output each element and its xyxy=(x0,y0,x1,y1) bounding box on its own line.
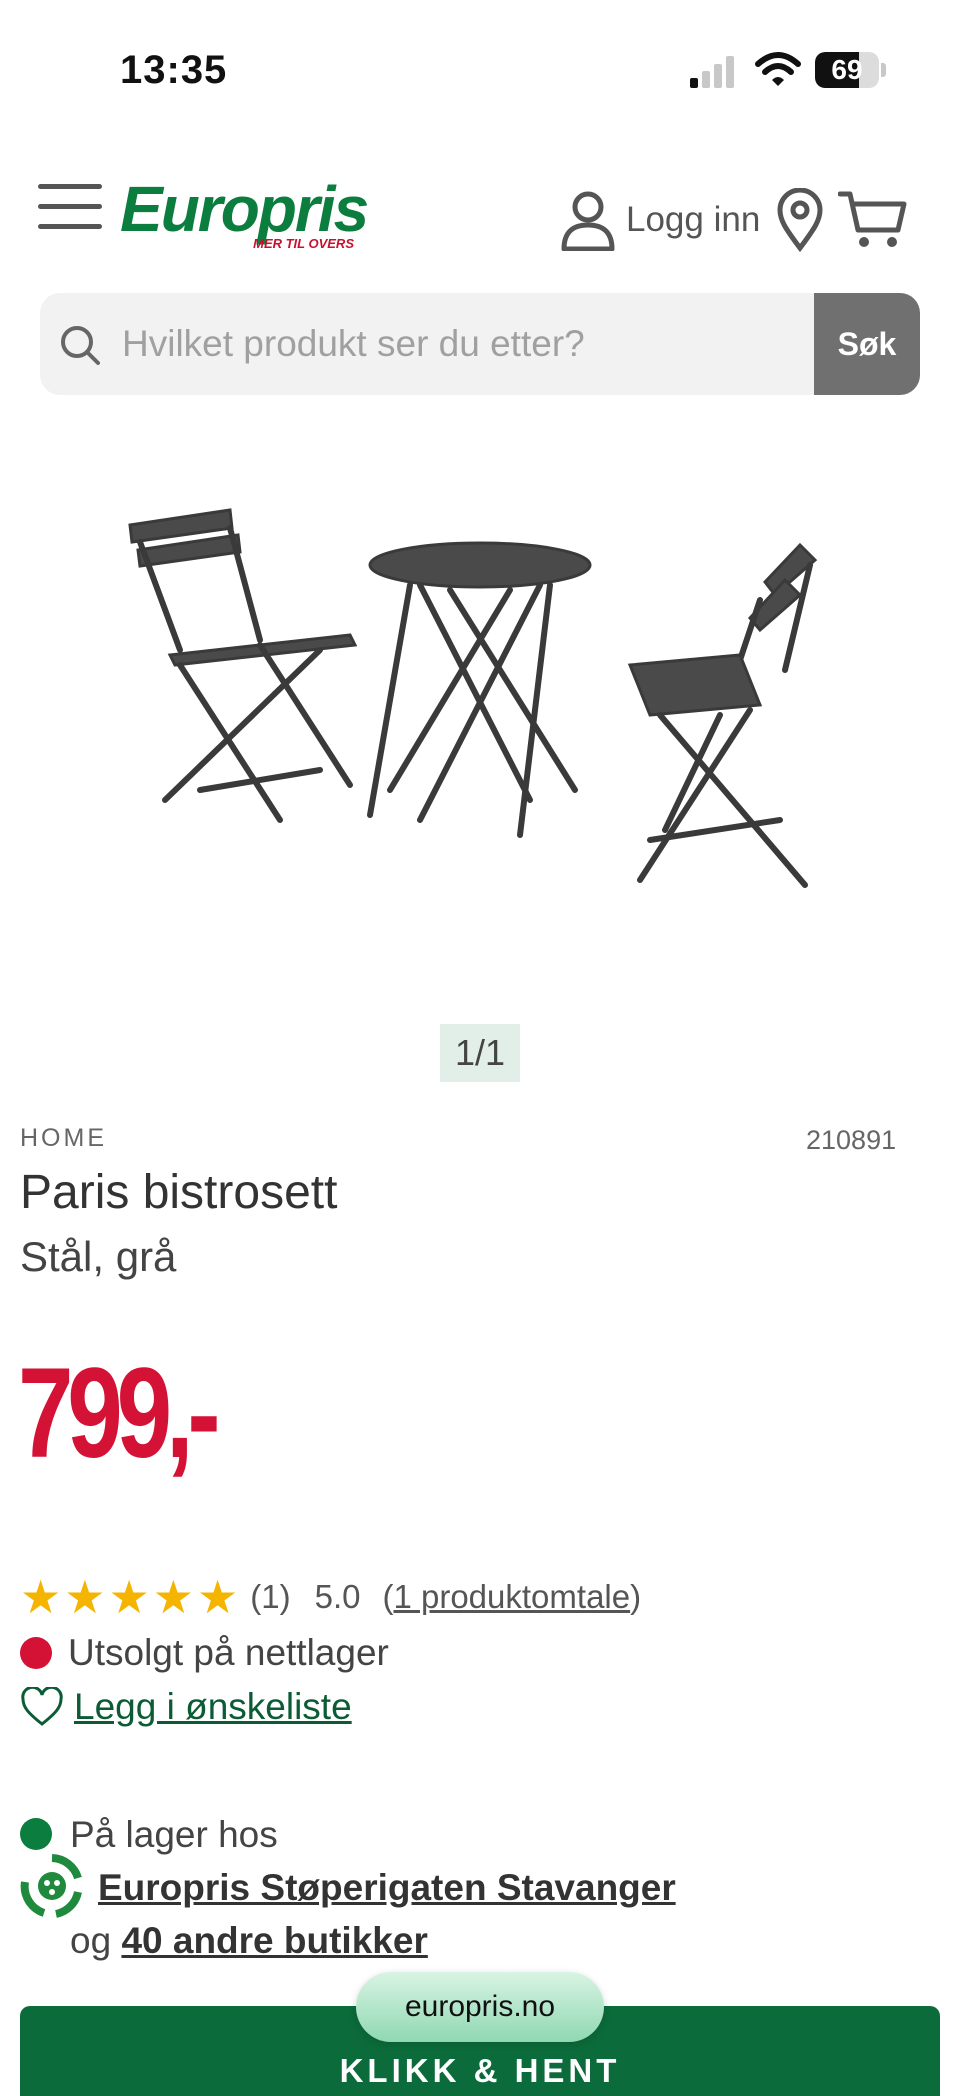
search-bar: Søk xyxy=(40,293,920,395)
logo-tagline: MER TIL OVERS xyxy=(253,236,354,251)
cart-icon[interactable] xyxy=(838,190,908,250)
in-stock-dot-icon xyxy=(20,1818,52,1850)
store-location-icon[interactable] xyxy=(775,188,825,252)
star-icon: ★ xyxy=(197,1571,239,1623)
heart-icon xyxy=(21,1687,63,1726)
recycle-badge-icon[interactable] xyxy=(18,1852,86,1920)
login-label: Logg inn xyxy=(626,200,761,239)
wishlist-label: Legg i ønskeliste xyxy=(74,1686,352,1727)
product-image[interactable] xyxy=(120,490,860,900)
search-button[interactable]: Søk xyxy=(814,293,920,395)
other-stores-link[interactable]: 40 andre butikker xyxy=(121,1920,427,1961)
store-name-link[interactable]: Europris Støperigaten Stavanger xyxy=(98,1867,676,1909)
online-stock-label: Utsolgt på nettlager xyxy=(68,1632,389,1673)
battery-level: 69 xyxy=(831,54,863,85)
browser-url-pill[interactable]: europris.no xyxy=(356,1972,604,2042)
rating-score: 5.0 xyxy=(314,1578,361,1615)
star-icon: ★ xyxy=(64,1571,106,1623)
battery-icon: 69 xyxy=(815,52,879,88)
review-link[interactable]: 1 produktomtale xyxy=(393,1578,630,1615)
star-icon: ★ xyxy=(20,1571,62,1623)
chair-right-drawing xyxy=(627,542,818,888)
status-time: 13:35 xyxy=(120,48,228,92)
hamburger-menu-icon[interactable] xyxy=(38,184,102,230)
login-button[interactable]: Logg inn xyxy=(560,188,760,252)
table-drawing xyxy=(367,541,592,838)
gallery-counter: 1/1 xyxy=(440,1024,520,1082)
rating-stars: ★ ★ ★ ★ ★ xyxy=(20,1574,238,1620)
search-input[interactable] xyxy=(122,293,822,395)
wishlist-button[interactable]: Legg i ønskeliste xyxy=(20,1686,352,1728)
cellular-signal-icon xyxy=(690,56,734,88)
star-icon: ★ xyxy=(152,1571,194,1623)
europris-logo[interactable]: Europris MER TIL OVERS xyxy=(120,173,369,256)
user-icon xyxy=(561,191,615,251)
out-of-stock-dot-icon xyxy=(20,1637,52,1669)
review-link-wrapper: (1 produktomtale) xyxy=(382,1578,642,1615)
product-sku: 210891 xyxy=(806,1125,897,1155)
product-brand[interactable]: HOME xyxy=(20,1124,107,1153)
store-stock-dot xyxy=(20,1814,60,1854)
other-stores-line: og 40 andre butikker xyxy=(70,1920,428,1962)
other-stores-prefix: og xyxy=(70,1920,112,1961)
chair-left-drawing xyxy=(128,508,358,823)
star-icon: ★ xyxy=(108,1571,150,1623)
rating-count: (1) xyxy=(250,1578,291,1615)
store-stock-label: På lager hos xyxy=(70,1814,278,1855)
search-icon xyxy=(61,326,100,365)
product-price: 799,- xyxy=(18,1342,221,1485)
product-rating: ★ ★ ★ ★ ★ (1) 5.0 (1 produktomtale) xyxy=(20,1572,641,1622)
product-title: Paris bistrosett xyxy=(20,1166,338,1219)
logo-wordmark: Europris xyxy=(120,173,369,245)
product-variant: Stål, grå xyxy=(20,1233,177,1280)
wifi-icon xyxy=(755,52,801,86)
battery-cap xyxy=(881,63,886,77)
online-stock-status: Utsolgt på nettlager xyxy=(20,1632,389,1674)
